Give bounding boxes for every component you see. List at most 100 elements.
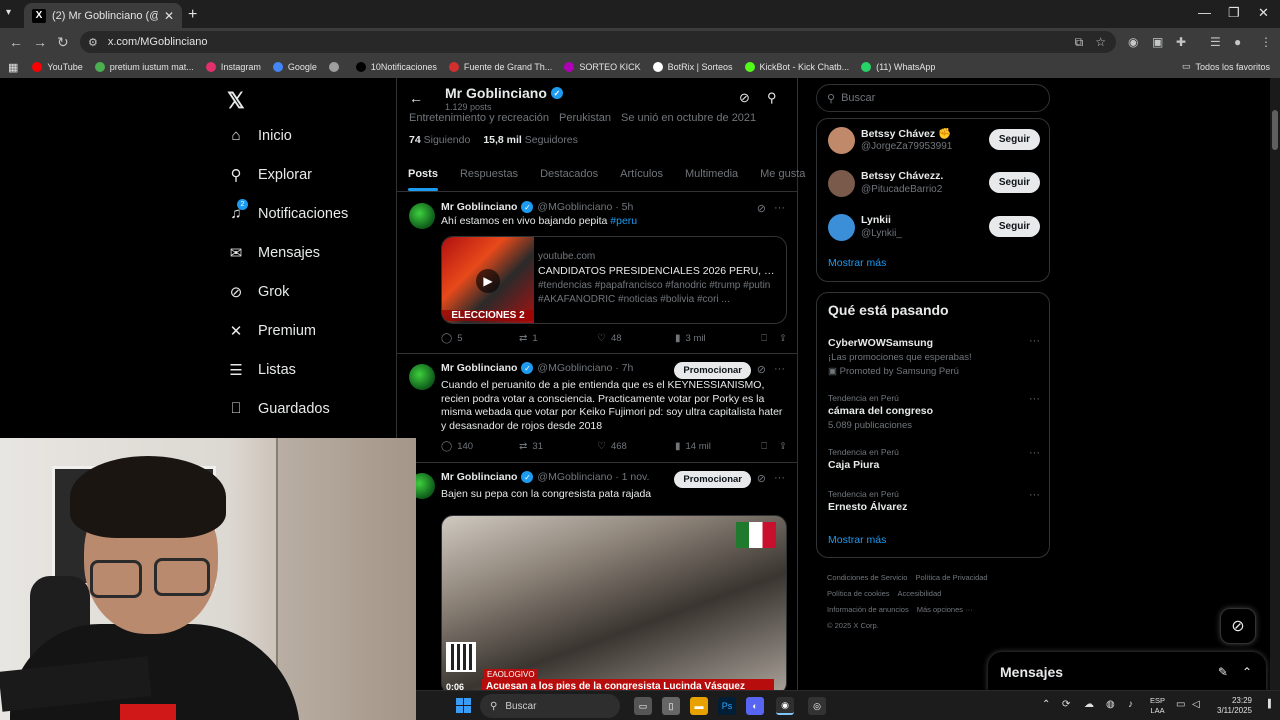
repost-button[interactable]: ⇄ 31 <box>519 441 597 452</box>
tab-search-icon[interactable]: ▾ <box>6 7 11 18</box>
apps-icon[interactable]: ▦ <box>8 61 18 74</box>
avatar[interactable] <box>828 170 855 197</box>
avatar[interactable] <box>828 214 855 241</box>
notification-icon[interactable]: ▌ <box>1268 699 1274 708</box>
search-icon[interactable]: ⚲ <box>767 90 777 106</box>
post[interactable]: Mr Goblinciano ✓ @MGoblinciano · 1 nov. … <box>397 463 797 690</box>
views-button[interactable]: ▮ 14 mil <box>675 441 753 452</box>
taskbar-search[interactable]: ⚲ Buscar <box>480 694 620 718</box>
menu-icon[interactable]: ⋮ <box>1260 35 1272 49</box>
tab-artículos[interactable]: Artículos <box>609 162 674 191</box>
microphone-icon[interactable]: ♪ <box>1128 699 1133 710</box>
trend-item[interactable]: Tendencia en Perú Ernesto Álvarez ··· <box>828 489 1040 513</box>
browser-tab[interactable]: X (2) Mr Goblinciano (@MGoblinc... ✕ <box>24 3 182 28</box>
scrollbar-thumb[interactable] <box>1272 110 1278 150</box>
who-to-follow-item[interactable]: Betssy Chávez ✊ @JorgeZa79953991 Seguir <box>828 125 1040 157</box>
maximize-icon[interactable]: ❐ <box>1228 5 1240 21</box>
hashtag-link[interactable]: #peru <box>610 215 637 227</box>
bookmark-item[interactable]: Fuente de Grand Th... <box>448 62 552 72</box>
back-arrow-icon[interactable]: ← <box>409 90 423 106</box>
share-icon[interactable]: ⇪ <box>779 333 787 344</box>
footer-link[interactable]: © 2025 X Corp. <box>827 621 879 630</box>
more-icon[interactable]: ··· <box>774 202 785 215</box>
footer-link[interactable]: Más opciones ··· <box>917 605 973 614</box>
install-icon[interactable]: ⧉ <box>1075 35 1084 50</box>
follow-button[interactable]: Seguir <box>988 216 1040 237</box>
nav-item-listas[interactable]: ☰ Listas <box>227 361 296 379</box>
tab-me-gusta[interactable]: Me gusta <box>749 162 816 191</box>
reload-icon[interactable]: ↻ <box>57 34 69 51</box>
start-button[interactable] <box>456 698 471 713</box>
footer-link[interactable]: Política de cookies <box>827 589 890 598</box>
bookmark-item[interactable]: YouTube <box>32 62 83 72</box>
more-icon[interactable]: ··· <box>774 363 785 376</box>
link-card[interactable]: ▶ ELECCIONES 2 youtube.com CANDIDATOS PR… <box>441 236 787 324</box>
more-icon[interactable]: ··· <box>774 472 785 485</box>
repost-button[interactable]: ⇄ 1 <box>519 333 597 344</box>
tab-multimedia[interactable]: Multimedia <box>674 162 749 191</box>
bookmark-icon[interactable]: ⎕ <box>761 441 767 452</box>
grok-icon[interactable]: ⊘ <box>757 472 766 485</box>
promote-button[interactable]: Promocionar <box>674 471 751 488</box>
extension-icon[interactable]: ◉ <box>1128 35 1138 49</box>
reply-button[interactable]: ◯ 140 <box>441 441 519 452</box>
more-icon[interactable]: ··· <box>1029 447 1040 459</box>
following-link[interactable]: 74 Siguiendo <box>409 134 470 146</box>
bookmark-item[interactable]: 10Notificaciones <box>355 62 437 72</box>
tray-app-icon[interactable]: ⟳ <box>1062 699 1070 710</box>
grok-icon[interactable]: ⊘ <box>757 363 766 376</box>
footer-link[interactable]: Accesibilidad <box>898 589 942 598</box>
more-icon[interactable]: ··· <box>1029 489 1040 501</box>
reply-button[interactable]: ◯ 5 <box>441 333 519 344</box>
close-window-icon[interactable]: ✕ <box>1258 5 1269 21</box>
nav-item-explorar[interactable]: ⚲ Explorar <box>227 166 313 184</box>
views-button[interactable]: ▮ 3 mil <box>675 333 753 344</box>
minimize-icon[interactable]: — <box>1198 5 1211 20</box>
profile-avatar-icon[interactable]: ● <box>1234 35 1241 49</box>
extension-icon[interactable]: ▣ <box>1152 35 1163 49</box>
new-tab-button[interactable]: + <box>188 6 197 24</box>
followers-link[interactable]: 15,8 mil Seguidores <box>483 134 578 146</box>
who-to-follow-item[interactable]: Lynkii @Lynkii_ Seguir <box>828 212 1040 244</box>
bookmark-item[interactable]: pretium iustum mat... <box>94 62 194 72</box>
avatar[interactable] <box>828 127 855 154</box>
tray-app-icon[interactable]: ◍ <box>1106 699 1115 710</box>
like-button[interactable]: ♡ 48 <box>597 333 675 344</box>
task-view-icon[interactable]: ▭ <box>634 697 652 715</box>
promote-button[interactable]: Promocionar <box>674 362 751 379</box>
bookmark-item[interactable]: Instagram <box>205 62 261 72</box>
show-more-link[interactable]: Mostrar más <box>828 257 886 269</box>
grok-icon[interactable]: ⊘ <box>739 90 750 106</box>
trend-item[interactable]: CyberWOWSamsung ¡Las promociones que espe… <box>828 335 1040 377</box>
bookmark-star-icon[interactable]: ☆ <box>1095 35 1106 50</box>
bookmark-item[interactable]: BotRix | Sorteos <box>652 62 733 72</box>
close-tab-icon[interactable]: ✕ <box>164 9 174 23</box>
who-to-follow-item[interactable]: Betssy Chávezz. @PitucadeBarrio2 Seguir <box>828 168 1040 200</box>
all-bookmarks[interactable]: ▭ Todos los favoritos <box>1182 61 1270 72</box>
bookmark-item[interactable]: KickBot - Kick Chatb... <box>744 62 849 72</box>
bookmark-item[interactable]: Google <box>272 62 317 72</box>
address-bar[interactable]: ⚙ x.com/MGoblinciano ⧉ ☆ <box>80 31 1116 53</box>
post[interactable]: Mr Goblinciano ✓ @MGoblinciano · 7h Prom… <box>397 354 797 463</box>
bookmark-item[interactable] <box>328 62 344 72</box>
bookmark-item[interactable]: (11) WhatsApp <box>861 62 935 72</box>
follow-button[interactable]: Seguir <box>988 129 1040 150</box>
trend-item[interactable]: Tendencia en Perú cámara del congreso 5.08… <box>828 393 1040 431</box>
obs-icon[interactable]: ◎ <box>808 697 826 715</box>
nav-item-guardados[interactable]: ⎕ Guardados <box>227 400 329 417</box>
tab-destacados[interactable]: Destacados <box>529 162 609 191</box>
show-more-link[interactable]: Mostrar más <box>828 534 886 546</box>
tab-respuestas[interactable]: Respuestas <box>449 162 529 191</box>
bookmark-item[interactable]: SORTEO KICK <box>564 62 641 72</box>
avatar[interactable] <box>409 364 435 390</box>
volume-icon[interactable]: ◁ <box>1192 699 1200 710</box>
nav-item-premium[interactable]: ✕ Premium <box>227 322 316 340</box>
app-icon[interactable]: ▯ <box>662 697 680 715</box>
nav-item-grok[interactable]: ⊘ Grok <box>227 283 290 301</box>
share-icon[interactable]: ⇪ <box>779 441 787 452</box>
file-explorer-icon[interactable]: ▬ <box>690 697 708 715</box>
language-indicator[interactable]: ESP LAA <box>1150 696 1165 716</box>
post-author[interactable]: Mr Goblinciano <box>441 362 517 374</box>
puzzle-icon[interactable]: ✚ <box>1176 35 1186 49</box>
bookmark-icon[interactable]: ⎕ <box>761 333 767 344</box>
